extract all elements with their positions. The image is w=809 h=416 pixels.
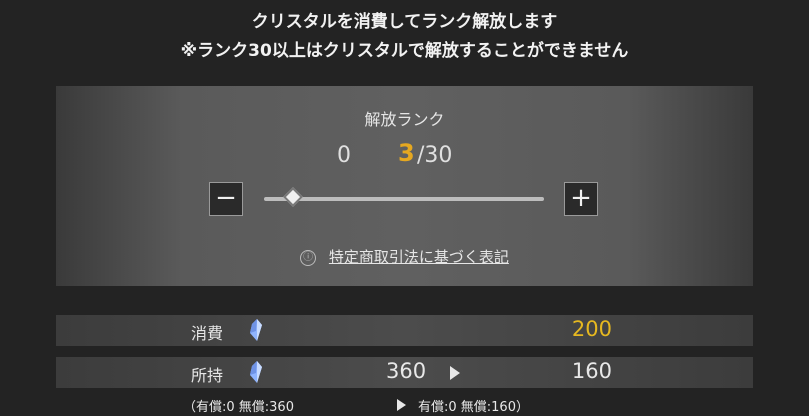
rank-panel-title: 解放ランク [364, 110, 445, 129]
decrease-rank-button[interactable]: − [209, 182, 243, 216]
owned-row: 所持 360 160 [56, 357, 753, 388]
arrow-right-icon [397, 399, 406, 411]
cost-row: 消費 200 [56, 315, 753, 346]
rank-current-value: 3 [398, 139, 415, 167]
instruction-line-2: ※ランク30以上はクリスタルで解放することができません [180, 41, 629, 61]
info-icon: ⓘ [300, 250, 317, 266]
arrow-right-icon [450, 366, 460, 380]
legal-notice: ⓘ 特定商取引法に基づく表記 [0, 246, 809, 267]
owned-after-value: 160 [571, 359, 612, 383]
cost-label: 消費 [191, 324, 224, 343]
crystal-icon [250, 361, 262, 383]
increase-rank-button[interactable]: + [564, 182, 598, 216]
owned-breakdown-after: 有償:0 無償:160） [418, 400, 529, 415]
legal-notice-link[interactable]: 特定商取引法に基づく表記 [329, 248, 509, 266]
instruction-line-1: クリスタルを消費してランク解放します [251, 12, 558, 32]
instruction-text: クリスタルを消費してランク解放します ※ランク30以上はクリスタルで解放すること… [0, 8, 809, 66]
rank-slider-track[interactable] [264, 197, 544, 201]
owned-before-value: 360 [386, 359, 427, 383]
owned-label: 所持 [191, 366, 224, 385]
rank-min-value: 0 [337, 143, 351, 168]
crystal-icon [250, 319, 262, 341]
cost-value: 200 [571, 317, 612, 341]
owned-breakdown-before: （有償:0 無償:360 [183, 400, 294, 415]
rank-max-value: /30 [417, 143, 453, 168]
